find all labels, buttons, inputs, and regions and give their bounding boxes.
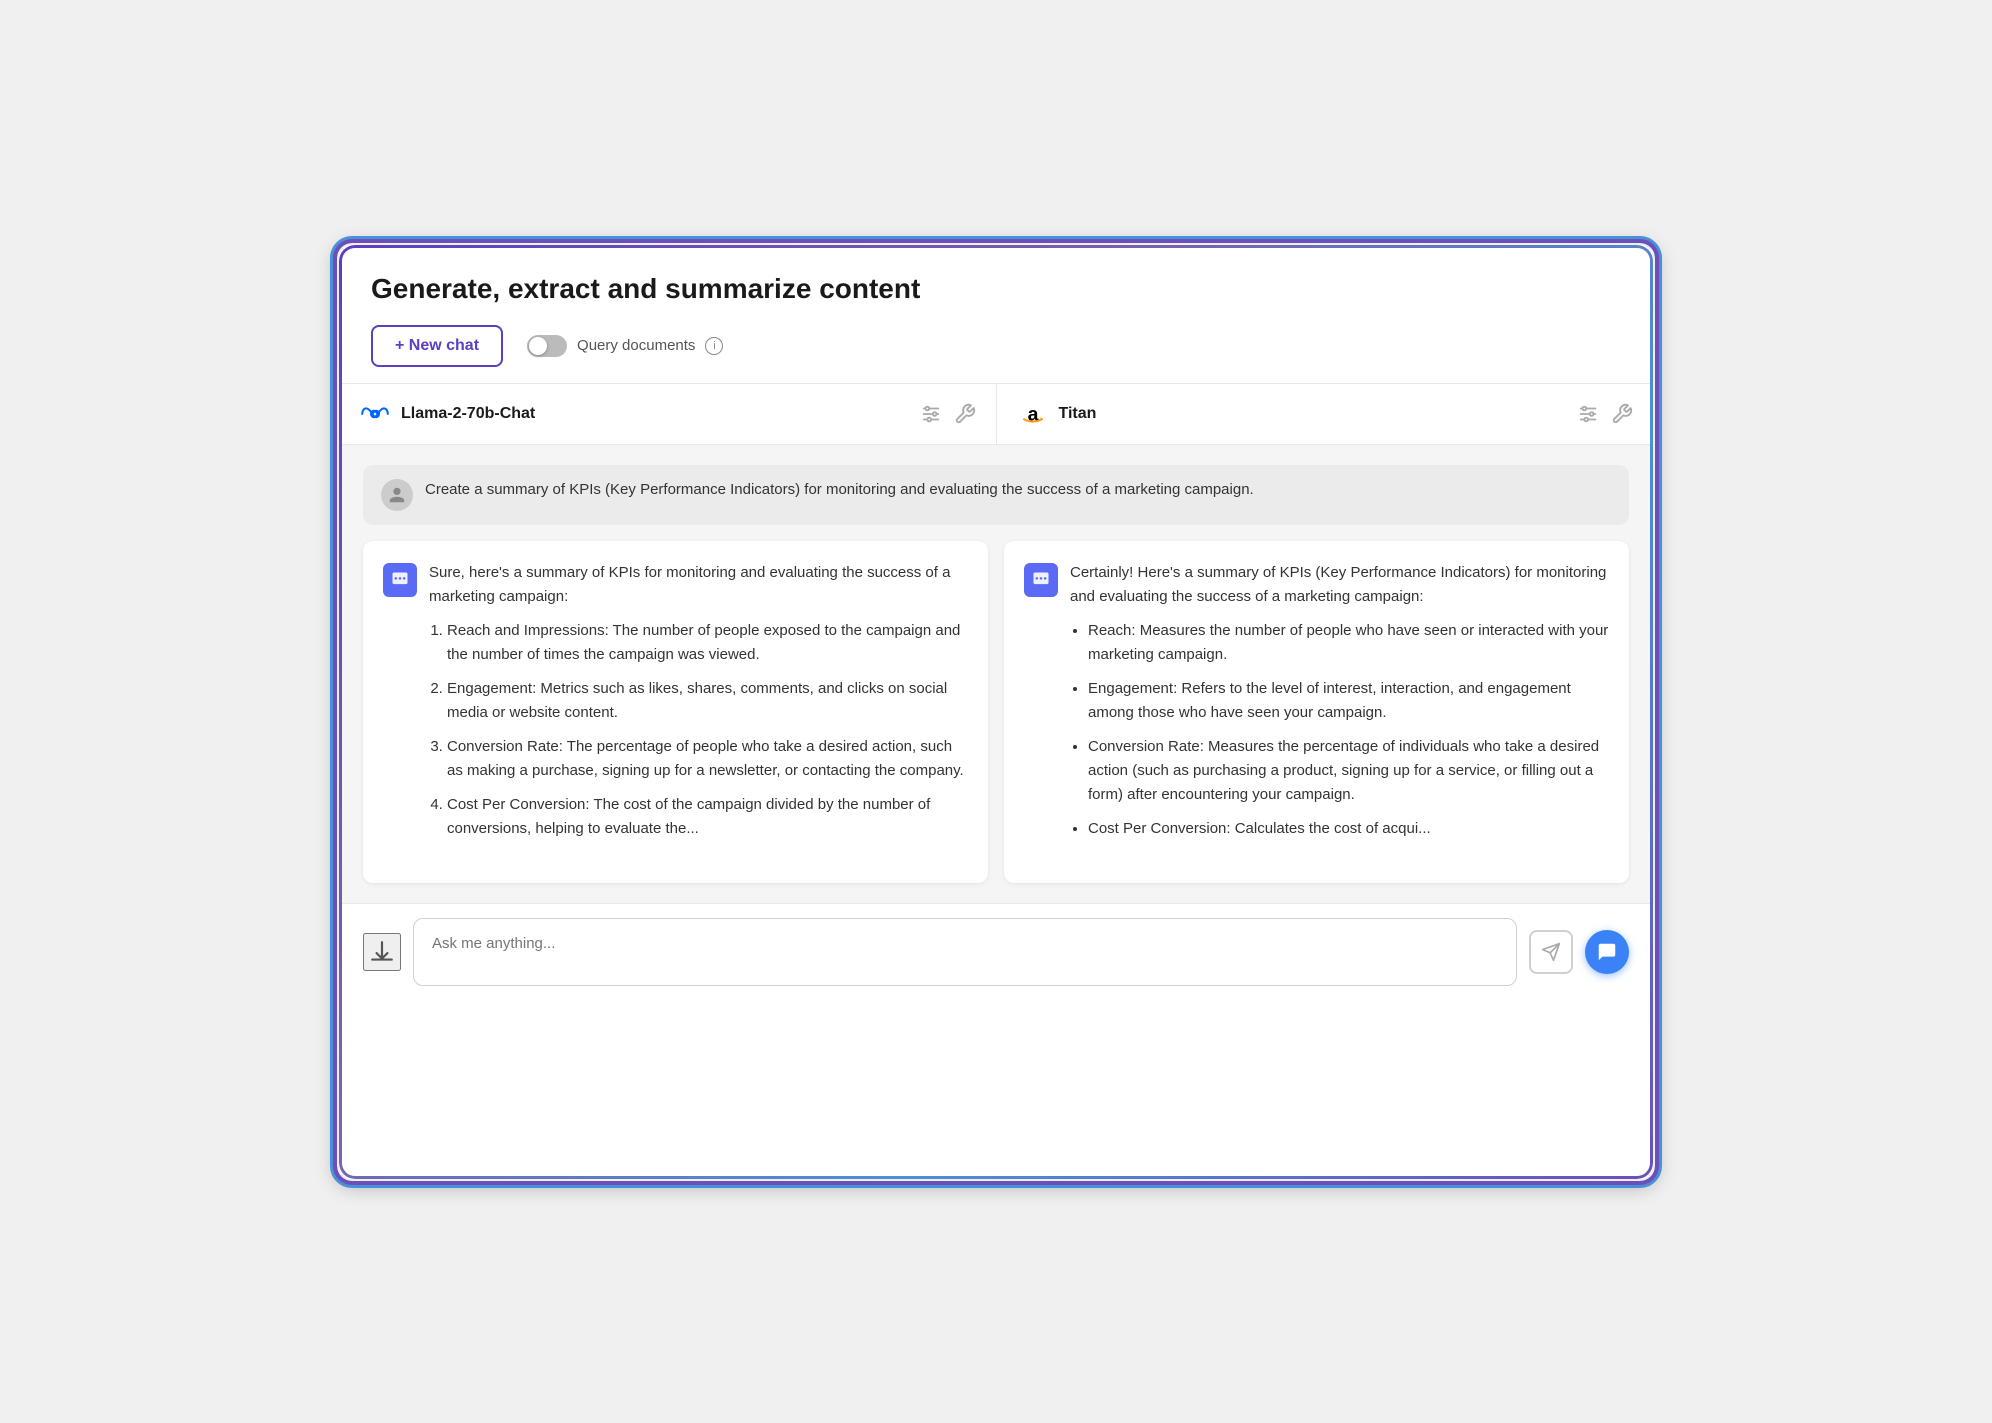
input-row xyxy=(339,903,1653,1004)
new-chat-button[interactable]: + New chat xyxy=(371,325,503,367)
chat-fab-button[interactable] xyxy=(1585,930,1629,974)
titan-response-header: Certainly! Here's a summary of KPIs (Key… xyxy=(1024,561,1609,851)
page-container: Generate, extract and summarize content … xyxy=(339,245,1653,1004)
llama-settings-icon[interactable] xyxy=(920,403,942,425)
titan-model-icons xyxy=(1577,403,1633,425)
llama-model-name: Llama-2-70b-Chat xyxy=(401,405,910,423)
titan-settings-icon[interactable] xyxy=(1577,403,1599,425)
model-panel-llama: Llama-2-70b-Chat xyxy=(339,384,997,444)
app-frame: Generate, extract and summarize content … xyxy=(336,242,1656,1182)
list-item: Engagement: Refers to the level of inter… xyxy=(1088,677,1609,725)
list-item: Cost Per Conversion: Calculates the cost… xyxy=(1088,817,1609,841)
titan-response-text: Certainly! Here's a summary of KPIs (Key… xyxy=(1070,561,1609,851)
chat-input[interactable] xyxy=(413,918,1517,986)
user-message-text: Create a summary of KPIs (Key Performanc… xyxy=(425,479,1254,502)
list-item: Reach and Impressions: The number of peo… xyxy=(447,619,968,667)
models-row: Llama-2-70b-Chat xyxy=(339,384,1653,445)
titan-wrench-icon[interactable] xyxy=(1611,403,1633,425)
list-item: Reach: Measures the number of people who… xyxy=(1088,619,1609,667)
download-button[interactable] xyxy=(363,933,401,971)
chat-area: Create a summary of KPIs (Key Performanc… xyxy=(339,445,1653,903)
amazon-logo-icon: a xyxy=(1017,398,1049,430)
list-item: Engagement: Metrics such as likes, share… xyxy=(447,677,968,725)
info-icon[interactable]: i xyxy=(705,337,723,355)
list-item: Conversion Rate: Measures the percentage… xyxy=(1088,735,1609,807)
user-avatar xyxy=(381,479,413,511)
page-header: Generate, extract and summarize content … xyxy=(339,245,1653,384)
query-docs-toggle[interactable] xyxy=(527,335,567,357)
query-docs-label: Query documents xyxy=(577,337,695,354)
list-item: Cost Per Conversion: The cost of the cam… xyxy=(447,793,968,841)
query-docs-row: Query documents i xyxy=(527,335,723,357)
toolbar-row: + New chat Query documents i xyxy=(371,325,1621,367)
titan-response-card: Certainly! Here's a summary of KPIs (Key… xyxy=(1004,541,1629,883)
meta-logo-icon xyxy=(359,398,391,430)
llama-wrench-icon[interactable] xyxy=(954,403,976,425)
list-item: Conversion Rate: The percentage of peopl… xyxy=(447,735,968,783)
llama-response-text: Sure, here's a summary of KPIs for monit… xyxy=(429,561,968,851)
send-button[interactable] xyxy=(1529,930,1573,974)
user-message: Create a summary of KPIs (Key Performanc… xyxy=(363,465,1629,525)
llama-response-header: Sure, here's a summary of KPIs for monit… xyxy=(383,561,968,851)
llama-model-icons xyxy=(920,403,976,425)
titan-ai-icon xyxy=(1024,563,1058,597)
model-panel-titan: a Titan xyxy=(997,384,1654,444)
page-title: Generate, extract and summarize content xyxy=(371,273,1621,305)
llama-response-card: Sure, here's a summary of KPIs for monit… xyxy=(363,541,988,883)
llama-ai-icon xyxy=(383,563,417,597)
responses-row: Sure, here's a summary of KPIs for monit… xyxy=(363,541,1629,883)
titan-model-name: Titan xyxy=(1059,405,1568,423)
